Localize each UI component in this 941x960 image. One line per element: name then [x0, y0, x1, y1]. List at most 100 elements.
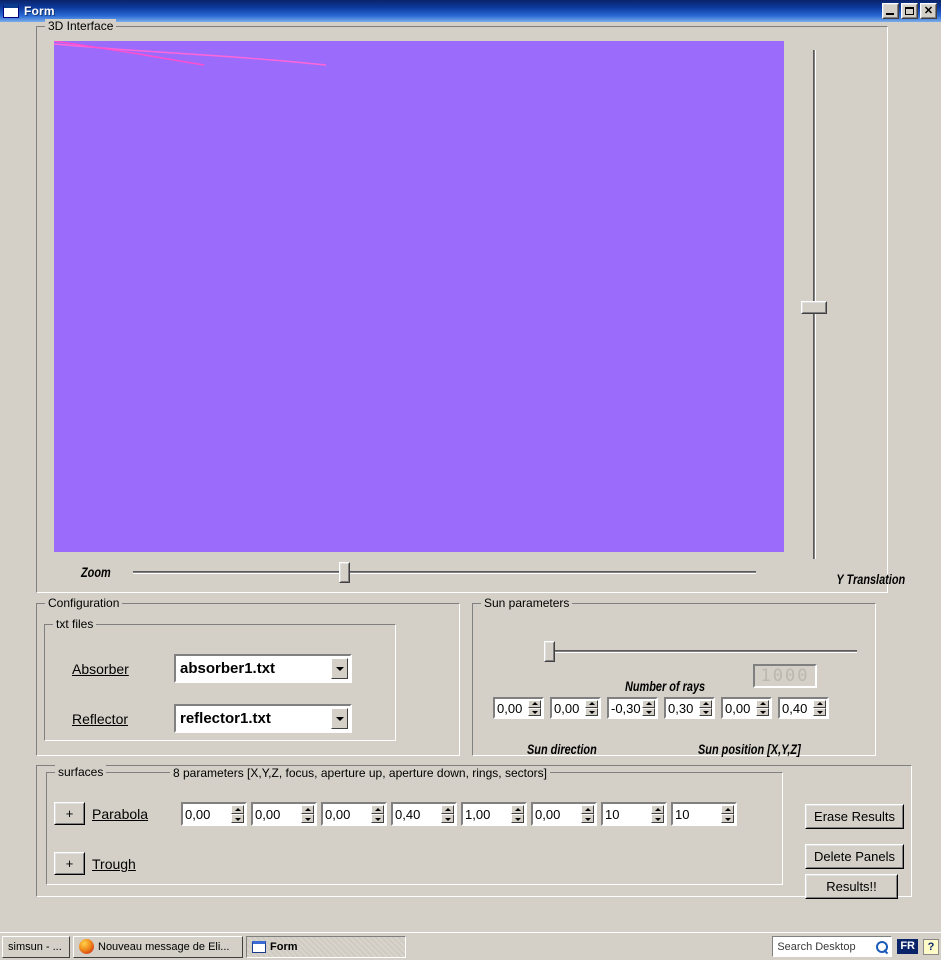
chevron-down-icon[interactable]: [331, 658, 348, 679]
taskbar-item-firefox-label: Nouveau message de Eli...: [98, 940, 230, 953]
add-trough-label: +: [65, 856, 74, 871]
sun-parameters-legend: Sun parameters: [481, 596, 573, 610]
spinner-down-icon[interactable]: [371, 814, 384, 823]
add-trough-button[interactable]: +: [54, 852, 85, 875]
spinner-up-icon[interactable]: [511, 805, 524, 814]
parabola-param-2-spinner[interactable]: 0,00: [251, 802, 317, 826]
sun-position-x-spinner[interactable]: 0,30: [664, 697, 715, 719]
spinner-down-icon[interactable]: [756, 708, 769, 716]
zoom-slider[interactable]: [133, 560, 756, 584]
window-title: Form: [24, 4, 55, 18]
spinner-up-icon[interactable]: [301, 805, 314, 814]
parabola-param-6-spinner[interactable]: 0,00: [531, 802, 597, 826]
spinner-down-icon[interactable]: [528, 708, 541, 716]
spinner-up-icon[interactable]: [813, 700, 826, 708]
parabola-param-4-spinner[interactable]: 0,40: [391, 802, 457, 826]
form-window-icon: [252, 940, 266, 953]
spinner-up-icon[interactable]: [441, 805, 454, 814]
sun-direction-x-spinner[interactable]: 0,00: [493, 697, 544, 719]
spinner-down-icon[interactable]: [651, 814, 664, 823]
form-window-icon: [3, 4, 19, 18]
configuration-legend: Configuration: [45, 596, 123, 610]
results-label: Results!!: [826, 879, 877, 894]
parabola-label: Parabola: [92, 806, 149, 822]
results-button[interactable]: Results!!: [805, 874, 898, 899]
surfaces-group: surfaces: [46, 765, 783, 885]
add-parabola-label: +: [65, 806, 74, 821]
y-translation-slider[interactable]: [801, 50, 827, 559]
sun-direction-label: Sun direction: [527, 741, 597, 757]
erase-results-button[interactable]: Erase Results: [805, 804, 904, 829]
application-window: Form ✕ 3D Interface Zoom Y Translation C…: [0, 0, 941, 960]
spinner-down-icon[interactable]: [813, 708, 826, 716]
taskbar-item-form-label: Form: [270, 940, 298, 953]
spinner-down-icon[interactable]: [642, 708, 655, 716]
spinner-down-icon[interactable]: [511, 814, 524, 823]
sun-direction-z-spinner[interactable]: -0,30: [607, 697, 658, 719]
language-indicator-label: FR: [897, 939, 918, 954]
spinner-up-icon[interactable]: [528, 700, 541, 708]
spinner-up-icon[interactable]: [231, 805, 244, 814]
help-tray-icon[interactable]: ?: [923, 937, 939, 957]
parabola-param-3-value: 0,00: [325, 806, 351, 822]
close-icon: ✕: [923, 5, 934, 17]
parabola-param-5-value: 1,00: [465, 806, 491, 822]
taskbar: simsun - ... Nouveau message de Eli... F…: [0, 932, 941, 960]
spinner-up-icon[interactable]: [699, 700, 712, 708]
spinner-up-icon[interactable]: [756, 700, 769, 708]
parabola-param-1-spinner[interactable]: 0,00: [181, 802, 247, 826]
spinner-down-icon[interactable]: [441, 814, 454, 823]
sun-angle-slider-track[interactable]: [544, 650, 857, 653]
taskbar-item-simsun[interactable]: simsun - ...: [2, 935, 70, 958]
spinner-down-icon[interactable]: [699, 708, 712, 716]
parabola-param-8-value: 10: [675, 806, 690, 822]
parabola-param-6-value: 0,00: [535, 806, 561, 822]
parabola-param-7-spinner[interactable]: 10: [601, 802, 667, 826]
taskbar-item-form[interactable]: Form: [246, 935, 406, 958]
number-of-rays-value: 1000: [760, 666, 810, 686]
reflector-file-combo[interactable]: reflector1.txt: [174, 704, 352, 733]
delete-panels-button[interactable]: Delete Panels: [805, 844, 904, 869]
parabola-param-3-spinner[interactable]: 0,00: [321, 802, 387, 826]
absorber-file-combo[interactable]: absorber1.txt: [174, 654, 352, 683]
spinner-up-icon[interactable]: [581, 805, 594, 814]
search-desktop-input[interactable]: Search Desktop: [772, 936, 893, 957]
spinner-down-icon[interactable]: [231, 814, 244, 823]
spinner-down-icon[interactable]: [721, 814, 734, 823]
spinner-up-icon[interactable]: [585, 700, 598, 708]
parabola-param-7-value: 10: [605, 806, 620, 822]
close-button[interactable]: ✕: [920, 3, 937, 19]
spinner-up-icon[interactable]: [651, 805, 664, 814]
y-translation-slider-thumb[interactable]: [801, 301, 827, 314]
taskbar-item-firefox[interactable]: Nouveau message de Eli...: [73, 935, 243, 958]
number-of-rays-display: 1000: [753, 664, 817, 688]
sun-angle-slider[interactable]: [544, 640, 857, 662]
sun-direction-y-spinner[interactable]: 0,00: [550, 697, 601, 719]
ray-overlay: [54, 41, 327, 66]
chevron-down-icon[interactable]: [331, 708, 348, 729]
spinner-down-icon[interactable]: [301, 814, 314, 823]
add-parabola-button[interactable]: +: [54, 802, 85, 825]
3d-render-canvas[interactable]: [54, 41, 784, 552]
taskbar-item-simsun-label: simsun - ...: [8, 940, 62, 953]
parabola-param-5-spinner[interactable]: 1,00: [461, 802, 527, 826]
spinner-down-icon[interactable]: [585, 708, 598, 716]
zoom-slider-track[interactable]: [133, 571, 756, 574]
absorber-file-value: absorber1.txt: [180, 660, 276, 677]
sun-direction-x-value: 0,00: [497, 700, 523, 716]
minimize-button[interactable]: [882, 3, 899, 19]
spinner-up-icon[interactable]: [721, 805, 734, 814]
spinner-up-icon[interactable]: [371, 805, 384, 814]
search-icon[interactable]: [875, 940, 889, 954]
spinner-up-icon[interactable]: [642, 700, 655, 708]
language-indicator[interactable]: FR: [897, 937, 918, 957]
sun-angle-slider-thumb[interactable]: [544, 641, 555, 662]
search-desktop-placeholder: Search Desktop: [777, 940, 856, 953]
sun-position-z-spinner[interactable]: 0,40: [778, 697, 829, 719]
trough-label: Trough: [92, 856, 136, 872]
spinner-down-icon[interactable]: [581, 814, 594, 823]
maximize-button[interactable]: [901, 3, 918, 19]
parabola-param-8-spinner[interactable]: 10: [671, 802, 737, 826]
zoom-slider-thumb[interactable]: [339, 562, 350, 583]
sun-position-y-spinner[interactable]: 0,00: [721, 697, 772, 719]
